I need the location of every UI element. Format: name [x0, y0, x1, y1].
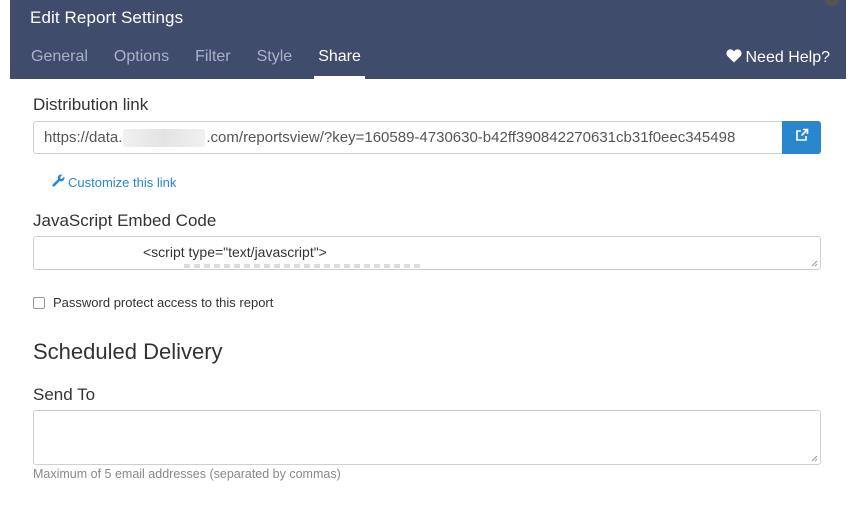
external-link-icon: [795, 128, 809, 147]
send-to-hint: Maximum of 5 email addresses (separated …: [33, 467, 341, 481]
password-protect-label: Password protect access to this report: [53, 295, 274, 310]
wrench-icon: [52, 174, 65, 190]
customize-link-label: Customize this link: [68, 174, 177, 190]
dialog-title: Edit Report Settings: [30, 8, 184, 27]
open-link-button[interactable]: [782, 121, 821, 154]
dialog-header: Edit Report Settings General Options Fil…: [10, 0, 846, 79]
window-corner: [824, 0, 840, 6]
need-help-link[interactable]: Need Help?: [725, 48, 831, 68]
send-to-label: Send To: [33, 385, 96, 404]
tab-bar: General Options Filter Style Share: [31, 46, 387, 79]
embed-code-textarea[interactable]: <script type="text/javascript">: [33, 236, 821, 270]
customize-link[interactable]: Customize this link: [52, 174, 176, 190]
resize-grip-icon[interactable]: [811, 260, 818, 267]
embed-code-line: <script type="text/javascript">: [143, 244, 327, 260]
tab-share[interactable]: Share: [314, 46, 365, 79]
embed-code-label: JavaScript Embed Code: [33, 211, 217, 230]
url-prefix: https://data.: [44, 129, 123, 146]
send-to-textarea[interactable]: [33, 410, 821, 465]
url-suffix: .com/reportsview/?key=160589-4730630-b42…: [206, 129, 736, 146]
resize-grip-icon[interactable]: [811, 455, 818, 462]
tab-filter[interactable]: Filter: [195, 46, 231, 79]
tab-general[interactable]: General: [31, 46, 88, 79]
redacted-domain: [123, 128, 206, 147]
password-protect-row: Password protect access to this report: [33, 295, 273, 310]
scheduled-delivery-title: Scheduled Delivery: [33, 339, 223, 364]
tab-options[interactable]: Options: [114, 46, 169, 79]
distribution-link-label: Distribution link: [33, 95, 149, 114]
distribution-link-field[interactable]: https://data. .com/reportsview/?key=16058…: [33, 121, 782, 154]
heart-icon: [725, 48, 742, 68]
tab-style[interactable]: Style: [257, 46, 293, 79]
need-help-label: Need Help?: [745, 49, 831, 66]
embed-code-overflow: [184, 264, 424, 268]
password-protect-checkbox[interactable]: [33, 296, 45, 309]
